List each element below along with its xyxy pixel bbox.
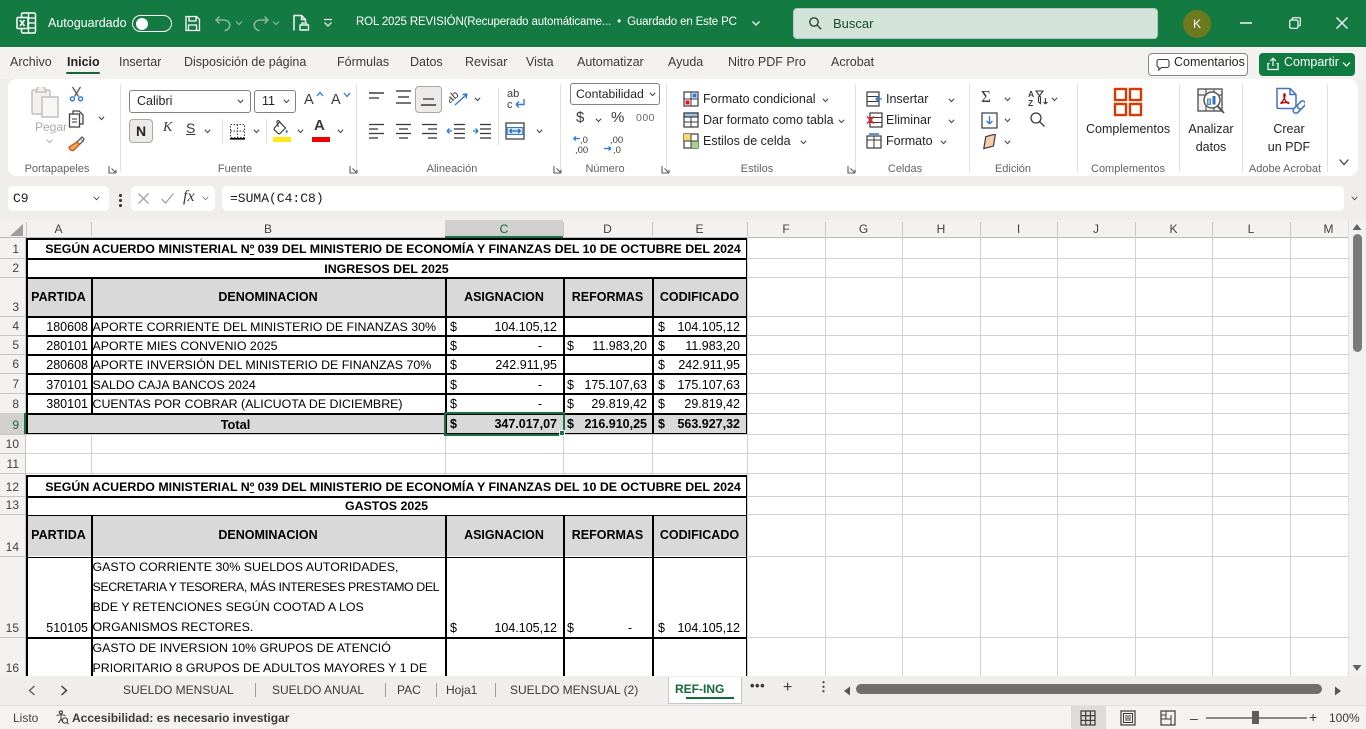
- svg-text:,0: ,0: [613, 145, 621, 154]
- svg-text:Z: Z: [1028, 98, 1033, 106]
- svg-text:ab: ab: [449, 89, 461, 106]
- svg-text:,00: ,00: [575, 145, 588, 154]
- svg-text:c: c: [507, 99, 513, 111]
